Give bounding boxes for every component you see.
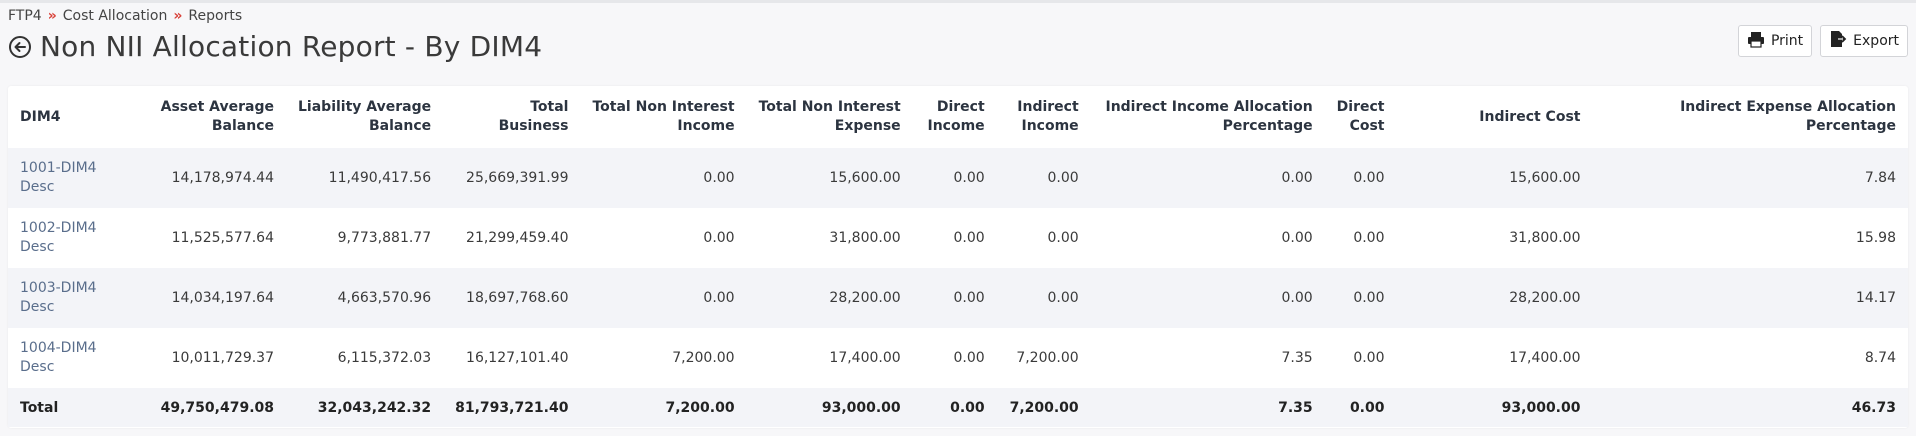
total-non-interest-expense-cell: 15,600.00: [829, 170, 901, 186]
total-non-interest-expense-cell: 31,800.00: [829, 230, 901, 246]
indirect-income-allocation-percentage-cell: 7.35: [1281, 350, 1313, 366]
total-non-interest-expense-cell: 17,400.00: [829, 350, 901, 366]
export-file-icon: [1829, 30, 1847, 52]
indirect-income-cell: 0.00: [1047, 170, 1079, 186]
report-table: DIM4 Asset Average Balance Liability Aver…: [8, 86, 1908, 427]
asset-average-balance-cell: 10,011,729.37: [171, 350, 274, 366]
indirect-expense-allocation-percentage-cell: 8.74: [1864, 350, 1896, 366]
print-button[interactable]: Print: [1737, 25, 1813, 57]
total-direct-income: 0.00: [950, 399, 985, 416]
header-liability-average-balance[interactable]: Liability Average Balance: [286, 86, 443, 148]
indirect-income-cell: 0.00: [1047, 230, 1079, 246]
indirect-income-allocation-percentage-cell: 0.00: [1281, 230, 1313, 246]
asset-average-balance-cell: 14,178,974.44: [171, 170, 274, 186]
direct-cost-cell: 0.00: [1353, 230, 1385, 246]
dim4-link[interactable]: 1001-DIM4 Desc: [8, 148, 122, 208]
table-row: 1004-DIM4 Desc 10,011,729.37 6,115,372.03…: [8, 328, 1908, 388]
total-business-cell: 21,299,459.40: [466, 230, 569, 246]
header-dim4[interactable]: DIM4: [8, 86, 122, 148]
total-asset-average-balance: 49,750,479.08: [160, 399, 274, 416]
asset-average-balance-cell: 14,034,197.64: [171, 290, 274, 306]
total-liability-average-balance: 32,043,242.32: [317, 399, 432, 416]
title-row: Non NII Allocation Report - By DIM4: [8, 30, 542, 63]
print-label: Print: [1770, 33, 1804, 49]
header-indirect-cost[interactable]: Indirect Cost: [1396, 86, 1592, 148]
total-direct-cost: 0.00: [1349, 399, 1385, 416]
total-indirect-income: 7,200.00: [1009, 399, 1079, 416]
breadcrumb-item-ftp4[interactable]: FTP4: [8, 8, 42, 24]
table-row: 1002-DIM4 Desc 11,525,577.64 9,773,881.77…: [8, 208, 1908, 268]
total-non-interest-income: 7,200.00: [665, 399, 735, 416]
header-asset-average-balance[interactable]: Asset Average Balance: [122, 86, 286, 148]
header-total-non-interest-income[interactable]: Total Non Interest Income: [580, 86, 746, 148]
total-non-interest-expense-cell: 28,200.00: [829, 290, 901, 306]
header-indirect-income-allocation-percentage[interactable]: Indirect Income Allocation Percentage: [1091, 86, 1325, 148]
table-header-row: DIM4 Asset Average Balance Liability Aver…: [8, 86, 1908, 148]
total-indirect-expense-allocation-percentage: 46.73: [1851, 399, 1896, 416]
indirect-expense-allocation-percentage-cell: 14.17: [1855, 290, 1896, 306]
direct-income-cell: 0.00: [953, 170, 985, 186]
table-row: 1001-DIM4 Desc 14,178,974.44 11,490,417.5…: [8, 148, 1908, 208]
breadcrumb-separator: »: [173, 8, 183, 24]
liability-average-balance-cell: 6,115,372.03: [337, 350, 432, 366]
asset-average-balance-cell: 11,525,577.64: [171, 230, 274, 246]
dim4-link[interactable]: 1002-DIM4 Desc: [8, 208, 122, 268]
back-arrow-circle-icon[interactable]: [8, 35, 32, 59]
total-total-business: 81,793,721.40: [455, 399, 569, 416]
total-non-interest-income-cell: 0.00: [703, 230, 735, 246]
breadcrumb-separator: »: [47, 8, 57, 24]
header-indirect-income[interactable]: Indirect Income: [997, 86, 1091, 148]
top-strip: [0, 0, 1916, 3]
export-button[interactable]: Export: [1820, 25, 1908, 57]
total-business-cell: 18,697,768.60: [466, 290, 569, 306]
liability-average-balance-cell: 11,490,417.56: [328, 170, 432, 186]
total-business-cell: 16,127,101.40: [466, 350, 569, 366]
direct-cost-cell: 0.00: [1353, 170, 1385, 186]
total-non-interest-income-cell: 7,200.00: [672, 350, 735, 366]
direct-income-cell: 0.00: [953, 350, 985, 366]
total-non-interest-income-cell: 0.00: [703, 170, 735, 186]
breadcrumb: FTP4 » Cost Allocation » Reports: [8, 8, 242, 24]
printer-icon: [1747, 30, 1765, 52]
total-row: Total 49,750,479.08 32,043,242.32 81,793…: [8, 388, 1908, 427]
total-non-interest-income-cell: 0.00: [703, 290, 735, 306]
direct-income-cell: 0.00: [953, 230, 985, 246]
header-total-non-interest-expense[interactable]: Total Non Interest Expense: [747, 86, 913, 148]
page-title: Non NII Allocation Report - By DIM4: [40, 30, 543, 63]
dim4-link[interactable]: 1003-DIM4 Desc: [8, 268, 122, 328]
dim4-link[interactable]: 1004-DIM4 Desc: [8, 328, 122, 388]
liability-average-balance-cell: 4,663,570.96: [337, 290, 432, 306]
indirect-expense-allocation-percentage-cell: 7.84: [1864, 170, 1896, 186]
direct-cost-cell: 0.00: [1353, 350, 1385, 366]
header-total-business[interactable]: Total Business: [443, 86, 580, 148]
indirect-income-cell: 0.00: [1047, 290, 1079, 306]
indirect-income-allocation-percentage-cell: 0.00: [1281, 290, 1313, 306]
direct-income-cell: 0.00: [953, 290, 985, 306]
total-non-interest-expense: 93,000.00: [821, 399, 901, 416]
total-business-cell: 25,669,391.99: [466, 170, 569, 186]
breadcrumb-item-cost-allocation[interactable]: Cost Allocation: [63, 8, 168, 24]
indirect-cost-cell: 17,400.00: [1509, 350, 1581, 366]
table-row: 1003-DIM4 Desc 14,034,197.64 4,663,570.96…: [8, 268, 1908, 328]
liability-average-balance-cell: 9,773,881.77: [337, 230, 432, 246]
total-indirect-income-allocation-percentage: 7.35: [1278, 399, 1313, 416]
header-direct-cost[interactable]: Direct Cost: [1325, 86, 1397, 148]
total-indirect-cost: 93,000.00: [1501, 399, 1581, 416]
indirect-expense-allocation-percentage-cell: 15.98: [1855, 230, 1896, 246]
header-indirect-expense-allocation-percentage[interactable]: Indirect Expense Allocation Percentage: [1592, 86, 1908, 148]
direct-cost-cell: 0.00: [1353, 290, 1385, 306]
indirect-income-allocation-percentage-cell: 0.00: [1281, 170, 1313, 186]
header-direct-income[interactable]: Direct Income: [913, 86, 997, 148]
indirect-income-cell: 7,200.00: [1016, 350, 1079, 366]
report-card: DIM4 Asset Average Balance Liability Aver…: [8, 86, 1908, 428]
indirect-cost-cell: 31,800.00: [1509, 230, 1581, 246]
export-label: Export: [1853, 33, 1899, 49]
indirect-cost-cell: 28,200.00: [1509, 290, 1581, 306]
breadcrumb-item-reports[interactable]: Reports: [188, 8, 242, 24]
toolbar-actions: Print Export: [1737, 25, 1908, 57]
indirect-cost-cell: 15,600.00: [1509, 170, 1581, 186]
total-label: Total: [20, 399, 59, 416]
